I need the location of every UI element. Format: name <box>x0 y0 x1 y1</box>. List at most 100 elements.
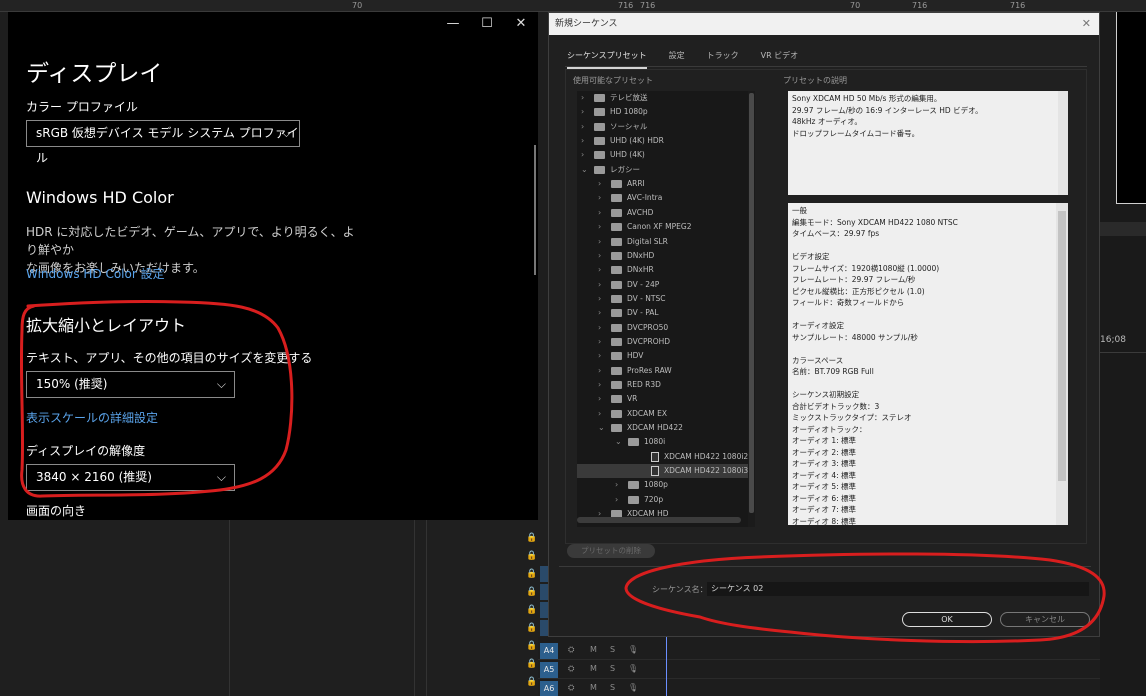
preset-tree-folder[interactable]: › ARRI <box>577 177 755 191</box>
chevron-right-icon[interactable]: › <box>598 378 606 392</box>
preset-tree-folder[interactable]: › AVCHD <box>577 206 755 220</box>
lock-icon[interactable]: 🔒 <box>526 677 537 687</box>
lock-icon[interactable]: 🔒 <box>526 623 537 633</box>
chevron-down-icon[interactable]: ⌄ <box>615 435 623 449</box>
chevron-right-icon[interactable]: › <box>598 321 606 335</box>
sync-lock-icon[interactable]: ⛭ <box>568 645 574 655</box>
lock-icon[interactable]: 🔒 <box>526 641 537 651</box>
preset-tree-folder[interactable]: › VR <box>577 392 755 406</box>
lock-icon[interactable]: 🔒 <box>526 533 537 543</box>
timeline-playhead[interactable] <box>666 637 667 696</box>
preset-tree-folder[interactable]: › DNxHD <box>577 249 755 263</box>
preset-tree-folder[interactable]: › XDCAM EX <box>577 407 755 421</box>
chevron-right-icon[interactable]: › <box>615 493 623 507</box>
preset-tree-folder[interactable]: › 720p <box>577 493 755 507</box>
chevron-right-icon[interactable]: › <box>598 407 606 421</box>
preset-tree-folder[interactable]: › DVCPROHD <box>577 335 755 349</box>
microphone-icon[interactable]: 🎙 <box>628 664 638 673</box>
scrollbar[interactable] <box>1058 91 1068 195</box>
chevron-right-icon[interactable]: › <box>598 235 606 249</box>
chevron-right-icon[interactable]: › <box>581 148 589 162</box>
scroll-thumb[interactable] <box>1058 211 1066 481</box>
preset-tree-folder[interactable]: › Canon XF MPEG2 <box>577 220 755 234</box>
chevron-right-icon[interactable]: › <box>598 292 606 306</box>
preset-tree-folder[interactable]: ⌄ 1080i <box>577 435 755 449</box>
chevron-down-icon[interactable]: ⌄ <box>598 421 606 435</box>
lock-icon[interactable]: 🔒 <box>526 551 537 561</box>
chevron-right-icon[interactable]: › <box>598 392 606 406</box>
preset-tree-folder[interactable]: › Digital SLR <box>577 235 755 249</box>
hd-color-settings-link[interactable]: Windows HD Color 設定 <box>26 265 165 282</box>
mute-button[interactable]: M <box>590 664 597 673</box>
preset-tree-folder[interactable]: › HD 1080p <box>577 105 755 119</box>
minimize-button[interactable]: — <box>436 12 470 36</box>
preset-tree-folder[interactable]: › RED R3D <box>577 378 755 392</box>
preset-tree-folder[interactable]: › UHD (4K) <box>577 148 755 162</box>
preset-tree-folder[interactable]: › DNxHR <box>577 263 755 277</box>
chevron-right-icon[interactable]: › <box>581 91 589 105</box>
chevron-right-icon[interactable]: › <box>598 364 606 378</box>
chevron-right-icon[interactable]: › <box>598 306 606 320</box>
resolution-dropdown[interactable]: 3840 × 2160 (推奨) ⌵ <box>26 464 235 491</box>
lock-icon[interactable]: 🔒 <box>526 605 537 615</box>
mute-button[interactable]: M <box>590 645 597 654</box>
preset-tree-folder[interactable]: › 1080p <box>577 478 755 492</box>
preset-tree-folder[interactable]: › ProRes RAW <box>577 364 755 378</box>
preset-tree-folder[interactable]: › UHD (4K) HDR <box>577 134 755 148</box>
preset-tree-folder[interactable]: ⌄ レガシー <box>577 163 755 177</box>
sequence-name-input[interactable]: シーケンス 02 <box>707 582 1089 596</box>
ok-button[interactable]: OK <box>902 612 992 627</box>
chevron-right-icon[interactable]: › <box>598 349 606 363</box>
scrollbar[interactable] <box>534 145 536 275</box>
sync-lock-icon[interactable]: ⛭ <box>568 683 574 693</box>
preset-tree-file[interactable]: XDCAM HD422 1080i3... <box>577 464 755 479</box>
preset-tree-folder[interactable]: › AVC-Intra <box>577 191 755 205</box>
sync-lock-icon[interactable]: ⛭ <box>568 664 574 674</box>
preset-tree-folder[interactable]: › ソーシャル <box>577 120 755 134</box>
solo-button[interactable]: S <box>610 683 615 692</box>
microphone-icon[interactable]: 🎙 <box>628 645 638 654</box>
solo-button[interactable]: S <box>610 664 615 673</box>
preset-tree-folder[interactable]: › DV - 24P <box>577 278 755 292</box>
tree-vertical-scrollbar[interactable] <box>748 91 755 527</box>
preset-tree-folder[interactable]: › HDV <box>577 349 755 363</box>
preset-tree-folder[interactable]: › DV - NTSC <box>577 292 755 306</box>
lock-icon[interactable]: 🔒 <box>526 569 537 579</box>
color-profile-dropdown[interactable]: sRGB 仮想デバイス モデル システム プロファイル ⌵ <box>26 120 300 165</box>
scrollbar[interactable] <box>1056 203 1068 525</box>
maximize-button[interactable]: ☐ <box>470 12 504 36</box>
chevron-right-icon[interactable]: › <box>598 191 606 205</box>
close-icon[interactable]: ✕ <box>1082 13 1091 35</box>
microphone-icon[interactable]: 🎙 <box>628 683 638 692</box>
solo-button[interactable]: S <box>610 645 615 654</box>
track-target-tag[interactable] <box>540 620 548 636</box>
chevron-right-icon[interactable]: › <box>598 177 606 191</box>
advanced-scaling-link[interactable]: 表示スケールの詳細設定 <box>26 409 158 426</box>
scale-size-dropdown[interactable]: 150% (推奨) ⌵ <box>26 371 235 398</box>
audio-track-label[interactable]: A6 <box>540 681 558 696</box>
scroll-thumb[interactable] <box>749 93 754 513</box>
audio-track-label[interactable]: A5 <box>540 662 558 678</box>
chevron-right-icon[interactable]: › <box>598 263 606 277</box>
chevron-down-icon[interactable]: ⌄ <box>581 163 589 177</box>
preset-tree-folder[interactable]: › DV - PAL <box>577 306 755 320</box>
tree-horizontal-scrollbar[interactable] <box>577 517 741 523</box>
preset-tree-file[interactable]: XDCAM HD422 1080i2... <box>577 450 755 464</box>
chevron-right-icon[interactable]: › <box>598 278 606 292</box>
lock-icon[interactable]: 🔒 <box>526 659 537 669</box>
track-target-tag[interactable] <box>540 566 548 582</box>
preset-tree-folder[interactable]: › テレビ放送 <box>577 91 755 105</box>
mute-button[interactable]: M <box>590 683 597 692</box>
lock-icon[interactable]: 🔒 <box>526 587 537 597</box>
preset-tree-folder[interactable]: › DVCPRO50 <box>577 321 755 335</box>
preset-tree-folder[interactable]: ⌄ XDCAM HD422 <box>577 421 755 435</box>
chevron-right-icon[interactable]: › <box>615 478 623 492</box>
cancel-button[interactable]: キャンセル <box>1000 612 1090 627</box>
chevron-right-icon[interactable]: › <box>598 206 606 220</box>
chevron-right-icon[interactable]: › <box>581 105 589 119</box>
chevron-right-icon[interactable]: › <box>598 335 606 349</box>
track-target-tag[interactable] <box>540 602 548 618</box>
close-button[interactable]: ✕ <box>504 12 538 36</box>
chevron-right-icon[interactable]: › <box>581 134 589 148</box>
track-target-tag[interactable] <box>540 584 548 600</box>
